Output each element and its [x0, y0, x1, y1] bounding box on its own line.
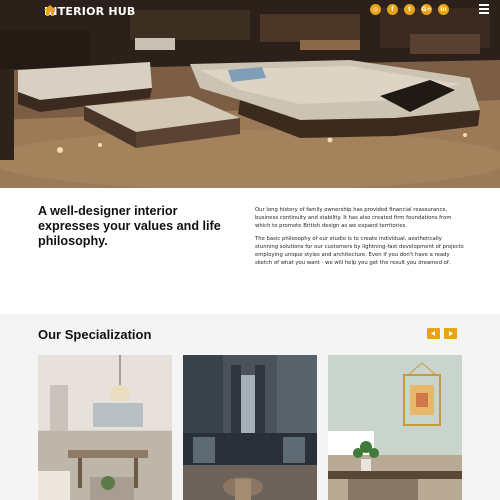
- dining-room-image: [38, 355, 172, 500]
- chevron-left-icon: [431, 331, 435, 336]
- living-room-photo: [0, 0, 500, 188]
- chevron-right-icon: [449, 331, 453, 336]
- corridor-image: [183, 355, 317, 500]
- google-plus-icon[interactable]: G+: [421, 4, 432, 15]
- intro-section: A well-designer interior expresses your …: [0, 188, 500, 314]
- hamburger-menu-icon[interactable]: [479, 4, 489, 15]
- facebook-icon[interactable]: f: [387, 4, 398, 15]
- twitter-icon[interactable]: t: [404, 4, 415, 15]
- social-links: ◎ f t G+ in: [370, 4, 455, 15]
- living-room-image: [328, 355, 462, 500]
- brand-name: INTERIOR HUB: [44, 5, 136, 18]
- home-icon: [44, 5, 56, 16]
- linkedin-icon[interactable]: in: [438, 4, 449, 15]
- carousel-next-button[interactable]: [444, 328, 457, 339]
- top-navigation-bar: INTERIOR HUB ◎ f t G+ in: [0, 0, 500, 22]
- hero-banner: INTERIOR HUB ◎ f t G+ in: [0, 0, 500, 188]
- specialization-card-living[interactable]: [328, 355, 462, 500]
- intro-heading: A well-designer interior expresses your …: [38, 204, 221, 248]
- intro-paragraph-2: The basic philosophy of our studio is to…: [255, 236, 464, 266]
- specialization-section: Our Specialization: [0, 314, 500, 500]
- carousel-prev-button[interactable]: [427, 328, 440, 339]
- specialization-card-corridor[interactable]: [183, 355, 317, 500]
- intro-copy: Our long history of family ownership has…: [255, 206, 465, 272]
- section-title: Our Specialization: [38, 327, 152, 342]
- specialization-card-dining[interactable]: [38, 355, 172, 500]
- intro-paragraph-1: Our long history of family ownership has…: [255, 207, 452, 229]
- rss-icon[interactable]: ◎: [370, 4, 381, 15]
- brand-logo[interactable]: INTERIOR HUB: [44, 5, 135, 18]
